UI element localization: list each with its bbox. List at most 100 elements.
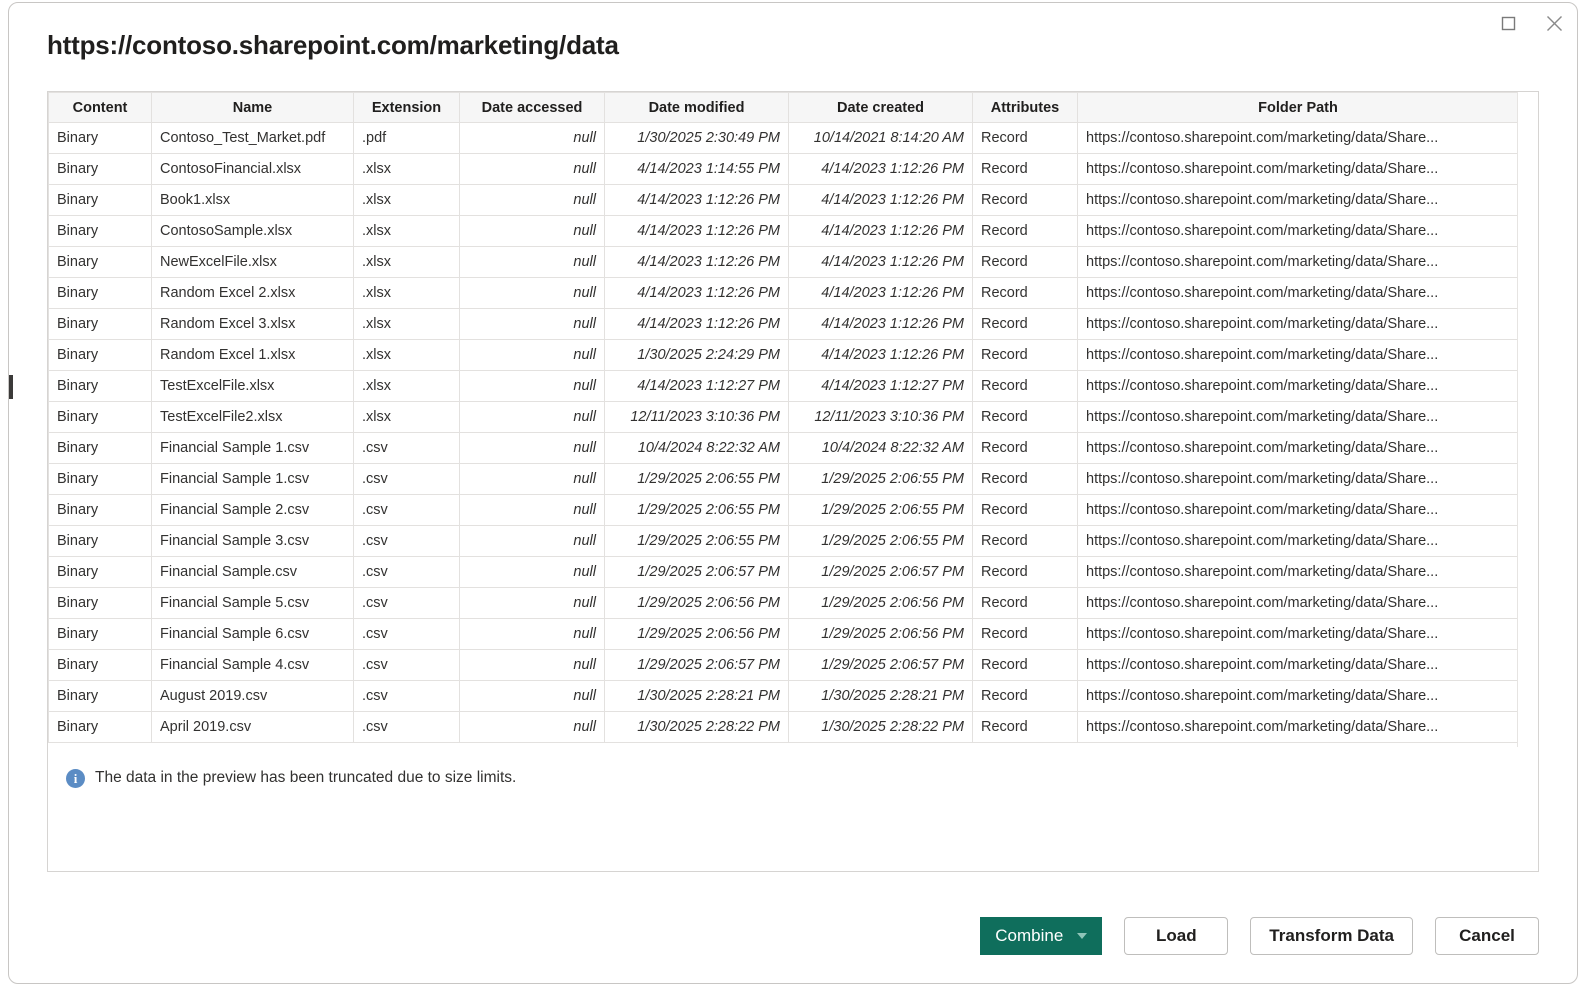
table-cell[interactable]: 1/30/2025 2:30:49 PM <box>604 122 789 154</box>
table-cell[interactable]: 1/29/2025 2:06:56 PM <box>604 618 789 650</box>
table-cell[interactable]: TestExcelFile.xlsx <box>151 370 354 402</box>
table-cell[interactable]: Record <box>972 711 1078 743</box>
table-row[interactable]: Binary Financial Sample 1.csv .csv null 1/29… <box>48 463 1517 495</box>
table-cell[interactable]: Record <box>972 401 1078 433</box>
column-header-date-modified[interactable]: Date modified <box>604 92 789 123</box>
table-row[interactable]: Binary TestExcelFile2.xlsx .xlsx null 12/11/… <box>48 401 1517 433</box>
table-cell[interactable]: Binary <box>48 277 152 309</box>
table-cell[interactable]: Binary <box>48 246 152 278</box>
table-cell[interactable]: Binary <box>48 401 152 433</box>
table-cell[interactable]: null <box>459 246 605 278</box>
table-cell[interactable]: 10/4/2024 8:22:32 AM <box>788 432 973 464</box>
table-cell[interactable]: null <box>459 649 605 681</box>
table-cell[interactable]: https://contoso.sharepoint.com/marketing… <box>1077 680 1517 712</box>
table-cell[interactable]: Random Excel 3.xlsx <box>151 308 354 340</box>
table-cell[interactable]: .xlsx <box>353 401 460 433</box>
table-row[interactable]: Binary Book1.xlsx .xlsx null 4/14/2023 1:12:… <box>48 184 1517 216</box>
table-cell[interactable]: TestExcelFile2.xlsx <box>151 401 354 433</box>
table-cell[interactable]: https://contoso.sharepoint.com/marketing… <box>1077 246 1517 278</box>
table-row[interactable]: Binary TestExcelFile.xlsx .xlsx null 4/14/20… <box>48 370 1517 402</box>
table-cell[interactable]: Record <box>972 122 1078 154</box>
table-cell[interactable]: Book1.xlsx <box>151 184 354 216</box>
column-header-content[interactable]: Content <box>48 92 152 123</box>
table-cell[interactable]: Record <box>972 494 1078 526</box>
column-header-extension[interactable]: Extension <box>353 92 460 123</box>
table-cell[interactable]: Record <box>972 680 1078 712</box>
combine-button[interactable]: Combine <box>980 917 1103 955</box>
table-cell[interactable]: .xlsx <box>353 153 460 185</box>
table-cell[interactable]: https://contoso.sharepoint.com/marketing… <box>1077 122 1517 154</box>
table-cell[interactable]: .pdf <box>353 122 460 154</box>
table-row[interactable]: Binary Financial Sample.csv .csv null 1/29/2… <box>48 556 1517 588</box>
table-cell[interactable]: https://contoso.sharepoint.com/marketing… <box>1077 277 1517 309</box>
transform-data-button[interactable]: Transform Data <box>1250 917 1413 955</box>
table-cell[interactable]: Record <box>972 587 1078 619</box>
table-cell[interactable]: .csv <box>353 463 460 495</box>
table-cell[interactable]: 1/29/2025 2:06:56 PM <box>788 587 973 619</box>
table-cell[interactable]: Binary <box>48 587 152 619</box>
table-cell[interactable]: Record <box>972 339 1078 371</box>
table-cell[interactable]: Record <box>972 556 1078 588</box>
table-cell[interactable]: Binary <box>48 370 152 402</box>
table-cell[interactable]: 4/14/2023 1:12:26 PM <box>788 277 973 309</box>
table-cell[interactable]: 1/30/2025 2:28:22 PM <box>788 711 973 743</box>
table-cell[interactable]: Financial Sample 1.csv <box>151 432 354 464</box>
table-cell[interactable]: 1/30/2025 2:28:21 PM <box>604 680 789 712</box>
table-cell[interactable]: 1/29/2025 2:06:55 PM <box>788 494 973 526</box>
table-cell[interactable]: Record <box>972 246 1078 278</box>
table-cell[interactable]: null <box>459 215 605 247</box>
table-cell[interactable]: Binary <box>48 339 152 371</box>
preview-grid[interactable]: Content Name Extension Date accessed Date mo… <box>48 92 1518 747</box>
table-cell[interactable]: https://contoso.sharepoint.com/marketing… <box>1077 215 1517 247</box>
table-cell[interactable]: Financial Sample 2.csv <box>151 494 354 526</box>
table-cell[interactable]: https://contoso.sharepoint.com/marketing… <box>1077 618 1517 650</box>
table-cell[interactable]: Record <box>972 184 1078 216</box>
table-cell[interactable]: Record <box>972 618 1078 650</box>
table-cell[interactable]: 1/29/2025 2:06:57 PM <box>788 649 973 681</box>
table-cell[interactable]: Binary <box>48 618 152 650</box>
table-cell[interactable]: .xlsx <box>353 339 460 371</box>
table-cell[interactable]: Binary <box>48 680 152 712</box>
table-cell[interactable]: 4/14/2023 1:12:26 PM <box>604 246 789 278</box>
table-cell[interactable]: 1/29/2025 2:06:55 PM <box>788 525 973 557</box>
table-cell[interactable]: 4/14/2023 1:12:26 PM <box>788 308 973 340</box>
table-cell[interactable]: Binary <box>48 432 152 464</box>
table-cell[interactable]: Binary <box>48 525 152 557</box>
table-cell[interactable]: Financial Sample 4.csv <box>151 649 354 681</box>
table-row[interactable]: Binary Random Excel 3.xlsx .xlsx null 4/14/2… <box>48 308 1517 340</box>
table-cell[interactable]: 1/29/2025 2:06:56 PM <box>788 618 973 650</box>
table-cell[interactable]: .csv <box>353 711 460 743</box>
table-cell[interactable]: null <box>459 556 605 588</box>
table-cell[interactable]: 4/14/2023 1:12:26 PM <box>788 153 973 185</box>
table-row[interactable]: Binary Financial Sample 6.csv .csv null 1/29… <box>48 618 1517 650</box>
table-cell[interactable]: Financial Sample 1.csv <box>151 463 354 495</box>
table-cell[interactable]: .xlsx <box>353 308 460 340</box>
table-cell[interactable]: .xlsx <box>353 277 460 309</box>
table-cell[interactable]: .xlsx <box>353 370 460 402</box>
table-cell[interactable]: 4/14/2023 1:12:26 PM <box>604 215 789 247</box>
table-cell[interactable]: https://contoso.sharepoint.com/marketing… <box>1077 432 1517 464</box>
table-cell[interactable]: .csv <box>353 618 460 650</box>
table-cell[interactable]: .xlsx <box>353 246 460 278</box>
table-row[interactable]: Binary Random Excel 1.xlsx .xlsx null 1/30/2… <box>48 339 1517 371</box>
table-cell[interactable]: Binary <box>48 494 152 526</box>
table-cell[interactable]: 1/30/2025 2:24:29 PM <box>604 339 789 371</box>
table-cell[interactable]: Random Excel 2.xlsx <box>151 277 354 309</box>
table-cell[interactable]: null <box>459 308 605 340</box>
table-cell[interactable]: 10/14/2021 8:14:20 AM <box>788 122 973 154</box>
table-cell[interactable]: null <box>459 587 605 619</box>
table-cell[interactable]: .csv <box>353 649 460 681</box>
table-cell[interactable]: Binary <box>48 556 152 588</box>
table-row[interactable]: Binary Financial Sample 1.csv .csv null 10/4… <box>48 432 1517 464</box>
table-cell[interactable]: 4/14/2023 1:12:26 PM <box>604 184 789 216</box>
table-row[interactable]: Binary Financial Sample 5.csv .csv null 1/29… <box>48 587 1517 619</box>
table-cell[interactable]: null <box>459 432 605 464</box>
table-cell[interactable]: https://contoso.sharepoint.com/marketing… <box>1077 339 1517 371</box>
table-cell[interactable]: 4/14/2023 1:12:26 PM <box>604 277 789 309</box>
table-cell[interactable]: https://contoso.sharepoint.com/marketing… <box>1077 649 1517 681</box>
table-cell[interactable]: null <box>459 184 605 216</box>
table-cell[interactable]: .csv <box>353 587 460 619</box>
table-cell[interactable]: .csv <box>353 556 460 588</box>
table-cell[interactable]: null <box>459 401 605 433</box>
table-row[interactable]: Binary ContosoFinancial.xlsx .xlsx null 4/14… <box>48 153 1517 185</box>
